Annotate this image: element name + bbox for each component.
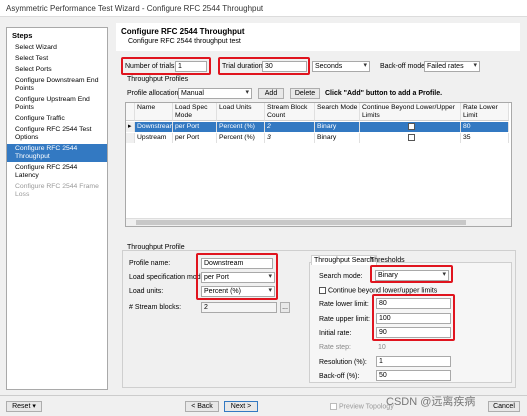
backoff-percent-label: Back-off (%):	[319, 373, 360, 380]
backoff-mode-value: Failed rates	[427, 63, 464, 70]
col-stream-block-count: Stream Block Count	[265, 103, 315, 121]
load-spec-label: Load specification mode:	[129, 274, 207, 281]
stream-blocks-field: 2	[201, 302, 277, 313]
next-button[interactable]: Next >	[224, 401, 258, 412]
checkbox-icon	[330, 403, 337, 410]
backoff-mode-select[interactable]: Failed rates ▾	[424, 61, 480, 72]
col-load-units: Load Units	[217, 103, 265, 121]
page-header: Configure RFC 2544 Throughput Configure …	[116, 23, 520, 51]
profiles-table: Name Load Spec Mode Load Units Stream Bl…	[125, 102, 512, 227]
col-name: Name	[135, 103, 173, 121]
profile-fields-highlight	[196, 253, 278, 300]
duration-highlight	[218, 57, 310, 75]
cell-units: Percent (%)	[217, 133, 265, 143]
cell-mode: per Port	[173, 122, 217, 132]
chevron-down-icon: ▾	[32, 403, 36, 410]
scrollbar-thumb[interactable]	[136, 220, 466, 225]
table-row[interactable]: ▸ Downstream per Port Percent (%) 2 Bina…	[126, 122, 509, 132]
add-hint: Click "Add" button to add a Profile.	[325, 90, 443, 97]
cell-continue[interactable]	[360, 122, 461, 132]
sidebar-item-traffic[interactable]: Configure Traffic	[7, 114, 107, 124]
reset-button[interactable]: Reset ▾	[6, 401, 42, 412]
checkbox-icon[interactable]	[319, 287, 326, 294]
cell-name: Downstream	[137, 122, 173, 132]
col-continue-beyond: Continue Beyond Lower/Upper Limits	[360, 103, 461, 121]
row-indicator-header	[126, 103, 135, 121]
initial-rate-label: Initial rate:	[319, 330, 352, 337]
page-subtitle: Configure RFC 2544 throughput test	[128, 38, 241, 45]
cell-count: 3	[265, 133, 315, 143]
sidebar-item-frame-loss: Configure RFC 2544 Frame Loss	[15, 183, 99, 198]
horizontal-scrollbar[interactable]	[126, 218, 511, 226]
cell-continue[interactable]	[360, 133, 461, 143]
checkbox-icon[interactable]	[407, 133, 415, 141]
cell-lower: 80	[461, 122, 509, 132]
sidebar-item-downstream-endpoints[interactable]: Configure Downstream End Points	[7, 76, 107, 94]
search-mode-label: Search mode:	[319, 273, 363, 280]
stream-blocks-label: # Stream blocks:	[129, 304, 182, 311]
allocation-select[interactable]: Manual ▾	[178, 88, 252, 99]
profiles-section-title: Throughput Profiles	[127, 76, 189, 83]
rate-step-label: Rate step:	[319, 344, 351, 351]
rate-step-value: 10	[378, 344, 386, 351]
duration-unit-value: Seconds	[315, 63, 343, 70]
row-pointer-icon: ▸	[126, 122, 135, 132]
delete-profile-button[interactable]: Delete	[290, 88, 320, 99]
load-units-label: Load units:	[129, 288, 164, 295]
rate-limits-highlight	[372, 294, 455, 341]
cell-mode: per Port	[173, 133, 217, 143]
chevron-down-icon: ▾	[473, 62, 477, 69]
steps-header: Steps	[12, 31, 33, 40]
search-mode-highlight	[370, 265, 453, 283]
cell-search: Binary	[315, 122, 360, 132]
cancel-button[interactable]: Cancel	[488, 401, 520, 412]
table-row[interactable]: Upstream per Port Percent (%) 3 Binary 3…	[126, 133, 509, 143]
backoff-mode-label: Back-off mode:	[380, 63, 427, 70]
checkbox-icon[interactable]	[407, 122, 415, 130]
row-indicator	[126, 133, 135, 143]
sidebar-item-select-wizard[interactable]: Select Wizard	[7, 43, 107, 53]
chevron-down-icon: ▾	[245, 89, 249, 96]
page-title: Configure RFC 2544 Throughput	[121, 27, 245, 36]
sidebar-item-throughput[interactable]: Configure RFC 2544 Throughput	[7, 144, 107, 162]
sidebar-item-select-test[interactable]: Select Test	[7, 54, 107, 64]
cell-name: Upstream	[135, 133, 173, 143]
watermark: CSDN @远离疾病	[386, 396, 476, 408]
tab-thresholds[interactable]: Thresholds	[368, 256, 407, 265]
window-title: Asymmetric Performance Test Wizard - Con…	[6, 4, 264, 13]
cell-lower: 35	[461, 133, 509, 143]
preview-option: Preview Topology	[330, 403, 394, 410]
chevron-down-icon: ▾	[363, 62, 367, 69]
trials-highlight	[121, 57, 211, 75]
sidebar-item-upstream-endpoints[interactable]: Configure Upstream End Points	[7, 95, 107, 113]
col-rate-lower-limit: Rate Lower Limit	[461, 103, 509, 121]
duration-unit-select[interactable]: Seconds ▾	[312, 61, 370, 72]
backoff-percent-input[interactable]: 50	[376, 370, 451, 381]
add-profile-button[interactable]: Add	[258, 88, 284, 99]
resolution-input[interactable]: 1	[376, 356, 451, 367]
col-search-mode: Search Mode	[315, 103, 360, 121]
cell-units: Percent (%)	[217, 122, 265, 132]
reset-label: Reset	[12, 403, 31, 410]
cell-count: 2	[265, 122, 315, 132]
back-button[interactable]: < Back	[185, 401, 219, 412]
rate-upper-label: Rate upper limit:	[319, 316, 370, 323]
sidebar-item-select-ports[interactable]: Select Ports	[7, 65, 107, 75]
allocation-label: Profile allocation:	[127, 90, 181, 97]
resolution-label: Resolution (%):	[319, 359, 367, 366]
rate-lower-label: Rate lower limit:	[319, 301, 369, 308]
col-load-spec-mode: Load Spec Mode	[173, 103, 217, 121]
profile-name-label: Profile name:	[129, 260, 171, 267]
sidebar-item-test-options[interactable]: Configure RFC 2544 Test Options	[7, 125, 107, 143]
allocation-value: Manual	[181, 90, 204, 97]
cell-search: Binary	[315, 133, 360, 143]
title-bar: Asymmetric Performance Test Wizard - Con…	[0, 0, 527, 17]
sidebar-item-latency[interactable]: Configure RFC 2544 Latency	[7, 163, 107, 181]
steps-sidebar: Steps Select Wizard Select Test Select P…	[6, 27, 108, 390]
browse-stream-blocks-button[interactable]: ...	[280, 302, 290, 313]
table-header-row: Name Load Spec Mode Load Units Stream Bl…	[126, 103, 509, 121]
